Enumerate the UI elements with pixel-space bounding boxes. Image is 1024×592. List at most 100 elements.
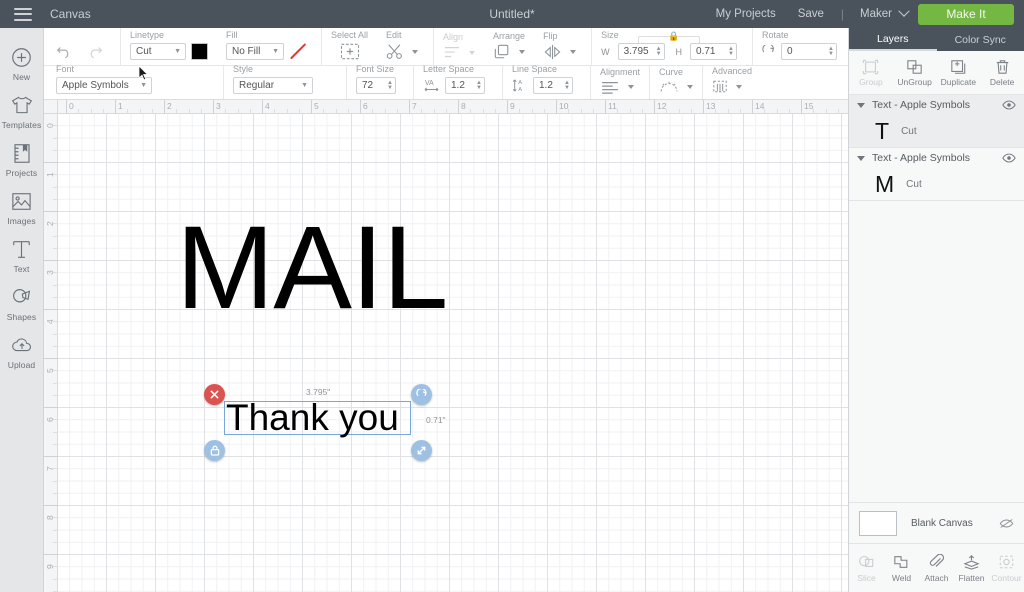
duplicate-button[interactable]: Duplicate bbox=[937, 51, 981, 94]
no-fill-slash-icon[interactable] bbox=[289, 43, 306, 60]
canvas-object-mail-text[interactable]: MAIL bbox=[176, 209, 448, 327]
chevron-down-icon[interactable] bbox=[857, 155, 865, 161]
save-button[interactable]: Save bbox=[787, 8, 835, 20]
ruler-minor-tick bbox=[53, 174, 58, 176]
lock-icon[interactable]: 🔒 bbox=[668, 31, 679, 42]
rail-item-text[interactable]: Text bbox=[0, 230, 44, 278]
width-label: W bbox=[601, 46, 610, 57]
rail-item-projects[interactable]: Projects bbox=[0, 134, 44, 182]
advanced-icon[interactable] bbox=[712, 79, 728, 94]
hamburger-icon[interactable] bbox=[14, 7, 32, 21]
layer-item[interactable]: Text - Apple Symbols T Cut bbox=[849, 95, 1024, 148]
chevron-down-icon[interactable] bbox=[570, 50, 577, 54]
undo-icon[interactable] bbox=[56, 44, 73, 58]
font-select[interactable]: Apple Symbols ▼ bbox=[56, 77, 152, 94]
linetype-select[interactable]: Cut ▼ bbox=[130, 43, 186, 60]
stepper-icon[interactable]: ▲▼ bbox=[656, 46, 662, 57]
font-label: Font bbox=[56, 64, 75, 74]
chevron-down-icon[interactable] bbox=[519, 50, 526, 54]
rotate-icon[interactable] bbox=[762, 44, 776, 59]
linetype-color-swatch[interactable] bbox=[191, 43, 208, 60]
blank-canvas-row[interactable]: Blank Canvas bbox=[849, 502, 1024, 544]
arrange-icon[interactable] bbox=[493, 44, 511, 60]
rail-item-templates[interactable]: Templates bbox=[0, 86, 44, 134]
tab-layers[interactable]: Layers bbox=[849, 28, 937, 51]
stepper-icon[interactable]: ▲▼ bbox=[476, 80, 482, 91]
canvas-thumbnail bbox=[859, 510, 897, 536]
height-value: 0.71 bbox=[696, 46, 716, 57]
ruler-tick bbox=[44, 211, 58, 212]
style-select[interactable]: Regular ▼ bbox=[233, 77, 313, 94]
font-size-label: Font Size bbox=[356, 64, 395, 74]
ruler-tick bbox=[44, 505, 58, 506]
ruler-tick-label: 1 bbox=[118, 101, 123, 111]
canvas-object-thank-you-text[interactable]: Thank you bbox=[226, 399, 399, 437]
chevron-down-icon[interactable] bbox=[736, 84, 743, 89]
edit-scissors-icon[interactable] bbox=[386, 43, 404, 60]
height-input[interactable]: 0.71 ▲ ▼ bbox=[690, 43, 737, 60]
rotate-input[interactable]: 0 ▲ ▼ bbox=[780, 43, 837, 60]
delete-handle[interactable] bbox=[204, 384, 225, 405]
layer-row[interactable]: M Cut bbox=[849, 168, 1024, 200]
eye-icon[interactable] bbox=[1002, 153, 1016, 163]
ruler-minor-tick bbox=[433, 109, 435, 114]
svg-text:A: A bbox=[518, 80, 522, 86]
canvas-area[interactable]: MAIL Thank you 3.795" 0.71" − 100% + 012… bbox=[44, 100, 848, 592]
width-input[interactable]: 3.795 ▲ ▼ bbox=[617, 43, 665, 60]
rail-item-new[interactable]: New bbox=[0, 38, 44, 86]
layer-header[interactable]: Text - Apple Symbols bbox=[849, 95, 1024, 115]
resize-handle[interactable] bbox=[411, 440, 432, 461]
redo-icon[interactable] bbox=[86, 44, 103, 58]
rail-item-upload[interactable]: Upload bbox=[0, 326, 44, 374]
attach-button[interactable]: Attach bbox=[919, 545, 954, 592]
chevron-down-icon[interactable] bbox=[687, 85, 694, 89]
chevron-down-icon[interactable] bbox=[628, 85, 634, 89]
ruler-tick-label: 15 bbox=[804, 101, 814, 111]
rail-item-shapes[interactable]: Shapes bbox=[0, 278, 44, 326]
machine-selector[interactable]: Maker bbox=[850, 8, 896, 20]
stepper-icon[interactable]: ▲▼ bbox=[387, 80, 393, 91]
stepper-icon[interactable]: ▲▼ bbox=[828, 46, 834, 57]
canvas-label: Canvas bbox=[50, 7, 91, 21]
top-bar: Canvas Untitled* My Projects Save | Make… bbox=[0, 0, 1024, 28]
delete-button[interactable]: Delete bbox=[980, 51, 1024, 94]
chevron-down-icon[interactable] bbox=[857, 102, 865, 108]
weld-button[interactable]: Weld bbox=[884, 545, 919, 592]
toolbar-row-text: Font Apple Symbols ▼ Style Regular ▼ Fon… bbox=[44, 64, 848, 100]
curve-icon[interactable] bbox=[659, 80, 679, 94]
fill-select[interactable]: No Fill ▼ bbox=[226, 43, 284, 60]
tab-color-sync[interactable]: Color Sync bbox=[937, 28, 1024, 51]
font-size-input[interactable]: 72 ▲ ▼ bbox=[356, 77, 396, 94]
edit-label: Edit bbox=[386, 30, 402, 40]
ungroup-button[interactable]: UnGroup bbox=[893, 51, 937, 94]
flatten-button[interactable]: Flatten bbox=[954, 545, 989, 592]
eye-icon[interactable] bbox=[1002, 100, 1016, 110]
my-projects-link[interactable]: My Projects bbox=[705, 8, 787, 20]
layer-header[interactable]: Text - Apple Symbols bbox=[849, 148, 1024, 168]
flip-icon[interactable] bbox=[543, 44, 562, 60]
chevron-down-icon[interactable] bbox=[412, 49, 419, 54]
ruler-minor-tick bbox=[335, 109, 337, 114]
delete-label: Delete bbox=[989, 76, 1015, 87]
layer-row[interactable]: T Cut bbox=[849, 115, 1024, 147]
stepper-icon[interactable]: ▲▼ bbox=[564, 80, 570, 91]
letter-space-input[interactable]: 1.2 ▲ ▼ bbox=[445, 77, 485, 94]
rotate-handle[interactable] bbox=[411, 384, 432, 405]
lock-handle[interactable] bbox=[204, 440, 225, 461]
rail-label: Shapes bbox=[6, 312, 37, 322]
select-all-icon[interactable] bbox=[340, 43, 360, 60]
rail-item-images[interactable]: Images bbox=[0, 182, 44, 230]
ruler-tick bbox=[44, 554, 58, 555]
plus-circle-icon bbox=[0, 44, 44, 70]
make-it-button[interactable]: Make It bbox=[918, 3, 1014, 25]
chevron-down-icon[interactable] bbox=[898, 5, 910, 17]
line-space-input[interactable]: 1.2 ▲ ▼ bbox=[533, 77, 573, 94]
stepper-icon[interactable]: ▲▼ bbox=[728, 46, 734, 57]
attach-label: Attach bbox=[924, 573, 949, 583]
eye-off-icon[interactable] bbox=[999, 518, 1014, 529]
text-align-left-icon[interactable] bbox=[600, 80, 620, 94]
layer-item[interactable]: Text - Apple Symbols M Cut bbox=[849, 148, 1024, 201]
top-bar-actions: My Projects Save | Maker Make It bbox=[705, 3, 1024, 25]
selection-width-label: 3.795" bbox=[306, 387, 331, 397]
ruler-minor-tick bbox=[617, 109, 619, 114]
